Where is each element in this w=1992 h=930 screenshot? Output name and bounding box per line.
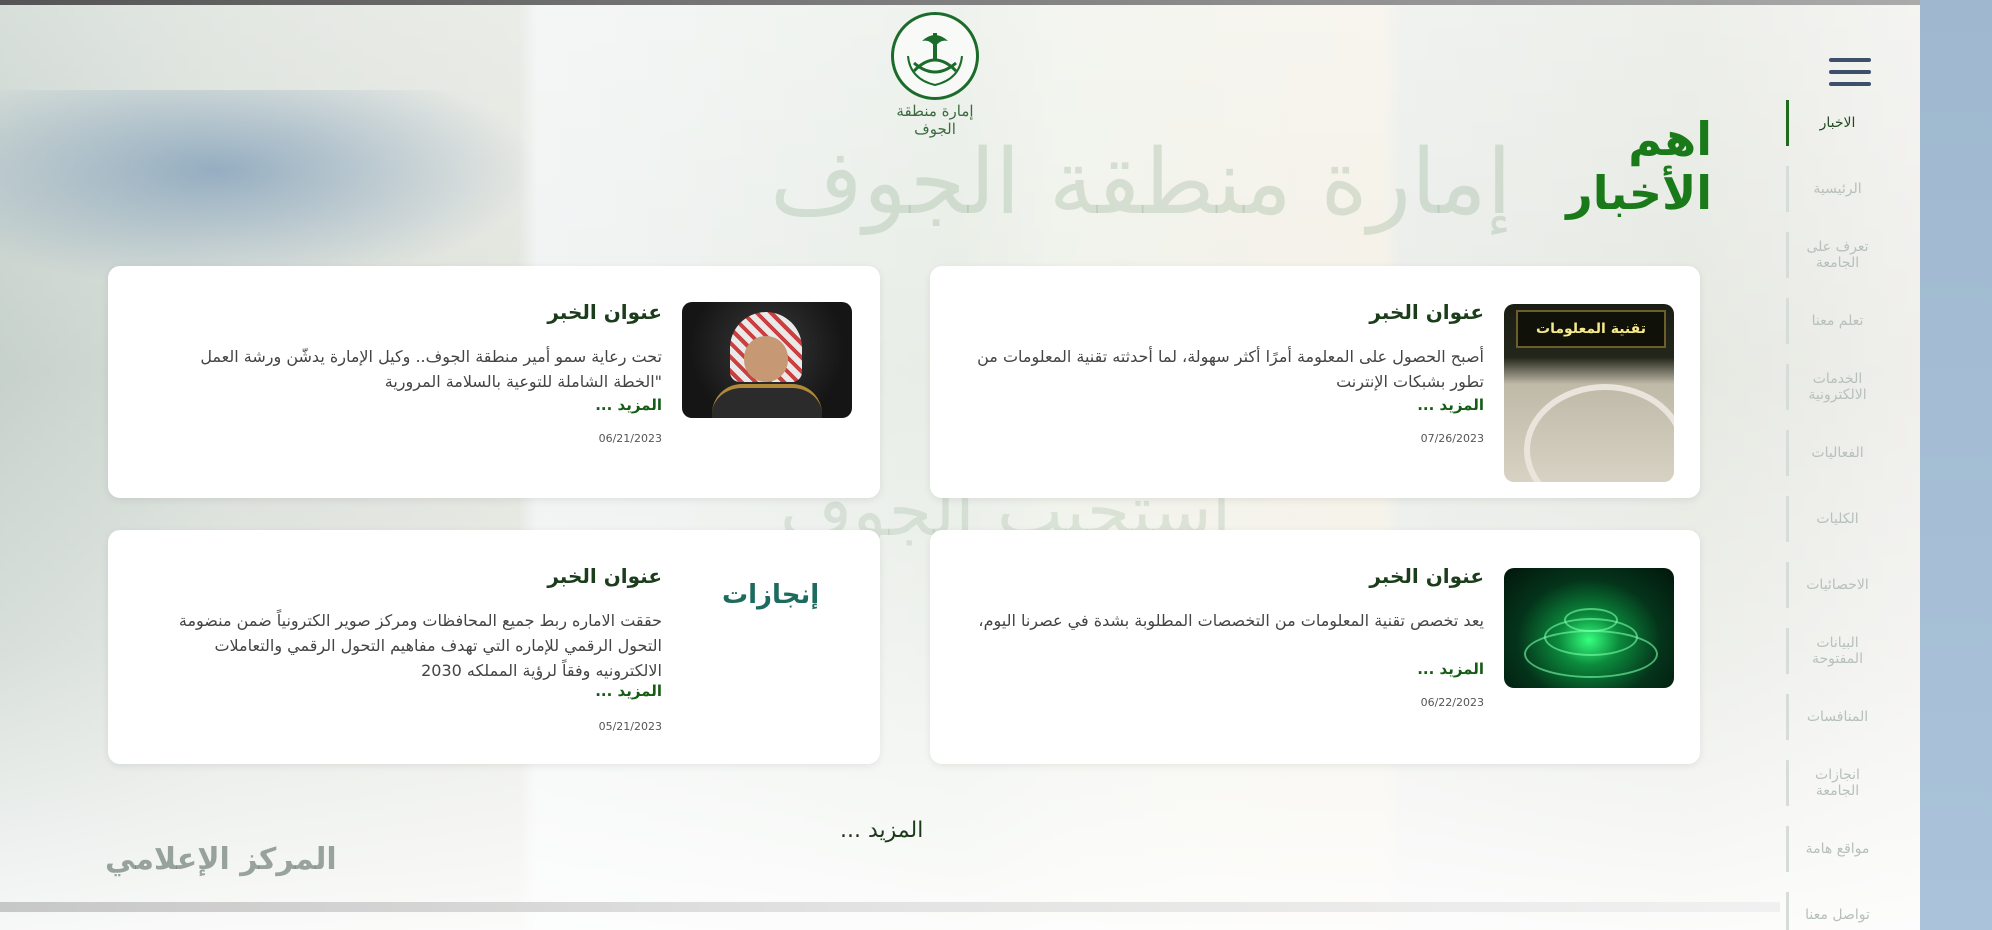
media-center-watermark: المركز الإعلامي: [105, 842, 337, 877]
news-image[interactable]: [682, 302, 852, 418]
nav-item-colleges[interactable]: الكليات: [1786, 496, 1886, 542]
news-date: 06/21/2023: [598, 432, 662, 445]
site-logo[interactable]: إمارة منطقة الجوف: [880, 12, 990, 138]
portrait-body: [712, 384, 822, 418]
news-card[interactable]: عنوان الخبر تحت رعاية سمو أمير منطقة الج…: [108, 266, 880, 498]
it-sign: تقنية المعلومات: [1516, 310, 1666, 348]
nav-item-news[interactable]: الاخبار: [1786, 100, 1886, 146]
news-image[interactable]: تقنية المعلومات: [1504, 304, 1674, 482]
read-more-link[interactable]: المزيد ...: [148, 682, 662, 700]
page-title: اهم الأخبار: [1566, 112, 1712, 220]
achievements-label[interactable]: إنجازات: [722, 580, 819, 610]
portrait-face: [744, 336, 788, 382]
read-more-link[interactable]: المزيد ...: [960, 660, 1484, 678]
nav-item-events[interactable]: الفعاليات: [1786, 430, 1886, 476]
nav-item-contact[interactable]: تواصل معنا: [1786, 892, 1886, 930]
background-lake: [0, 90, 540, 290]
nav-item-open-data[interactable]: البيانات المفتوحة: [1786, 628, 1886, 674]
news-date: 05/21/2023: [598, 720, 662, 733]
page-background: إمارة منطقة الجوف استجيب الجوف المركز ال…: [0, 0, 1920, 930]
news-date: 07/26/2023: [1420, 432, 1484, 445]
nav-item-about[interactable]: تعرف على الجامعة: [1786, 232, 1886, 278]
read-more-link[interactable]: المزيد ...: [148, 396, 662, 414]
news-card[interactable]: عنوان الخبر يعد تخصص تقنية المعلومات من …: [930, 530, 1700, 764]
news-title[interactable]: عنوان الخبر: [148, 300, 662, 324]
watermark-logo-text: إمارة منطقة الجوف: [770, 130, 1512, 235]
news-date: 06/22/2023: [1420, 696, 1484, 709]
nav-item-eservices[interactable]: الخدمات الالكترونية: [1786, 364, 1886, 410]
nav-item-achievements[interactable]: انجازات الجامعة: [1786, 760, 1886, 806]
tech-ring: [1564, 608, 1618, 632]
news-title[interactable]: عنوان الخبر: [148, 564, 662, 588]
tech-ring: [1524, 630, 1658, 678]
read-more-link[interactable]: المزيد ...: [960, 396, 1484, 414]
news-card[interactable]: تقنية المعلومات عنوان الخبر أصبح الحصول …: [930, 266, 1700, 498]
menu-icon[interactable]: [1829, 58, 1871, 92]
more-news-link[interactable]: المزيد ...: [840, 818, 923, 843]
sidebar-nav: الاخبار الرئيسية تعرف على الجامعة تعلم م…: [1786, 100, 1886, 930]
news-description: أصبح الحصول على المعلومة أمرًا أكثر سهول…: [977, 347, 1484, 391]
news-title[interactable]: عنوان الخبر: [960, 300, 1484, 324]
window-edge: [1920, 0, 1992, 930]
nav-item-home[interactable]: الرئيسية: [1786, 166, 1886, 212]
nav-item-tenders[interactable]: المنافسات: [1786, 694, 1886, 740]
nav-item-learn[interactable]: تعلم معنا: [1786, 298, 1886, 344]
ceiling-dome: [1524, 384, 1674, 482]
news-description: يعد تخصص تقنية المعلومات من التخصصات الم…: [978, 611, 1484, 630]
news-card[interactable]: عنوان الخبر حققت الاماره ربط جميع المحاف…: [108, 530, 880, 764]
bottom-divider: [0, 902, 1780, 912]
news-description: تحت رعاية سمو أمير منطقة الجوف.. وكيل ال…: [200, 347, 662, 391]
logo-text: إمارة منطقة الجوف: [896, 102, 974, 138]
news-image[interactable]: [1504, 568, 1674, 688]
nav-item-important-sites[interactable]: مواقع هامة: [1786, 826, 1886, 872]
emblem-icon: [891, 12, 979, 100]
nav-item-statistics[interactable]: الاحصائيات: [1786, 562, 1886, 608]
news-description: حققت الاماره ربط جميع المحافظات ومركز صو…: [178, 611, 662, 680]
news-title[interactable]: عنوان الخبر: [960, 564, 1484, 588]
top-divider: [0, 0, 1920, 5]
